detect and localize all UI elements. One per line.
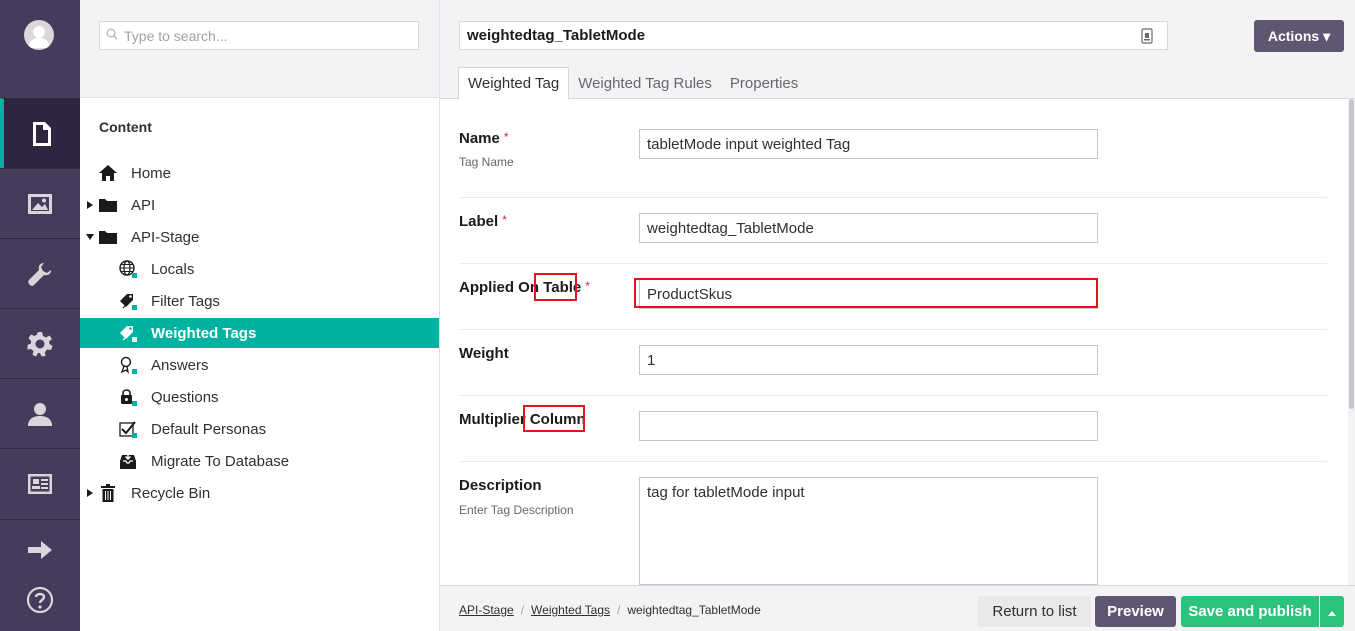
tree-item-migrate-to-database[interactable]: Migrate To Database	[80, 446, 439, 476]
preview-button[interactable]: Preview	[1095, 596, 1176, 627]
caret-right-icon[interactable]	[86, 201, 94, 209]
tree-heading: Content	[99, 119, 152, 135]
folder-icon	[99, 228, 117, 246]
editor-scrollbar[interactable]	[1348, 99, 1355, 585]
label-property-row: Label *	[459, 198, 1327, 264]
breadcrumb: API-Stage / Weighted Tags / weightedtag_…	[459, 603, 761, 617]
tree-item-label: Default Personas	[151, 420, 267, 438]
globe-icon	[119, 260, 137, 278]
tree-item-filter-tags[interactable]: Filter Tags	[80, 286, 439, 316]
tags-icon	[119, 292, 137, 310]
actions-button[interactable]: Actions ▾	[1254, 20, 1344, 52]
help-icon[interactable]	[0, 580, 80, 620]
table-highlight-box	[534, 273, 577, 301]
tree-item-label: Answers	[151, 356, 209, 374]
node-name-value: weightedtag_TabletMode	[467, 27, 646, 44]
lock-icon[interactable]	[1141, 28, 1153, 48]
checklist-icon	[119, 420, 137, 438]
editor-tabs: Weighted Tag Weighted Tag Rules Properti…	[458, 67, 807, 100]
gear-icon[interactable]	[0, 308, 80, 378]
tree-item-label: Migrate To Database	[151, 452, 290, 470]
column-highlight-box	[523, 405, 585, 432]
description-hint: Enter Tag Description	[459, 503, 574, 517]
tree-item-api[interactable]: API	[80, 190, 439, 220]
multiplier-column-row: Multiplier Column	[459, 396, 1327, 462]
name-description: Tag Name	[459, 155, 514, 169]
caret-right-icon[interactable]	[86, 489, 94, 497]
tree-item-home[interactable]: Home	[80, 158, 439, 188]
caret-up-icon	[1328, 603, 1336, 620]
tree-item-locals[interactable]: Locals	[80, 254, 439, 284]
tree-item-label: Locals	[151, 260, 195, 278]
editor-header: weightedtag_TabletMode Actions ▾ Weighte…	[440, 0, 1355, 100]
node-name-field[interactable]: weightedtag_TabletMode	[459, 21, 1168, 50]
description-label: Description	[459, 477, 542, 494]
description-property-row: Description Enter Tag Description tag fo…	[459, 462, 1327, 585]
member-card-icon[interactable]	[0, 448, 80, 520]
label-input[interactable]	[639, 213, 1098, 243]
name-property-row: Name * Tag Name	[459, 99, 1327, 198]
name-input[interactable]	[639, 129, 1098, 159]
tree-item-weighted-tags[interactable]: Weighted Tags	[80, 318, 439, 348]
editor-form: Name* Tag Name Label* Applied On Table* …	[440, 99, 1340, 585]
name-label: Name *	[459, 130, 509, 147]
tab-properties[interactable]: Properties	[721, 67, 807, 99]
search-icon	[106, 27, 118, 45]
search-input[interactable]	[124, 27, 404, 44]
settings-wrench-icon[interactable]	[0, 238, 80, 308]
multiplier-column-input[interactable]	[639, 411, 1098, 441]
label-label: Label *	[459, 213, 507, 230]
avatar[interactable]	[24, 20, 54, 50]
user-icon[interactable]	[0, 378, 80, 448]
answer-icon	[119, 356, 137, 374]
tree-item-label: Recycle Bin	[131, 484, 211, 502]
question-lock-icon	[119, 388, 137, 406]
breadcrumb-item-weighted-tags[interactable]: Weighted Tags	[531, 603, 610, 617]
arrow-right-icon[interactable]	[0, 530, 80, 570]
tags-icon	[119, 324, 137, 342]
home-icon	[99, 164, 117, 182]
tree-search-box[interactable]	[99, 21, 419, 50]
tab-weighted-tag-rules[interactable]: Weighted Tag Rules	[569, 67, 721, 99]
tree-item-default-personas[interactable]: Default Personas	[80, 414, 439, 444]
tree-item-label: Filter Tags	[151, 292, 220, 310]
tree-item-recycle-bin[interactable]: Recycle Bin	[80, 478, 439, 508]
trash-icon	[99, 484, 117, 502]
media-section-icon[interactable]	[0, 168, 80, 238]
content-section-icon[interactable]	[0, 98, 80, 168]
weight-input[interactable]	[639, 345, 1098, 375]
return-to-list-button[interactable]: Return to list	[978, 596, 1091, 627]
breadcrumb-item-current: weightedtag_TabletMode	[627, 603, 761, 617]
tree-item-questions[interactable]: Questions	[80, 382, 439, 412]
tree-item-label: Weighted Tags	[151, 324, 257, 342]
save-and-publish-button[interactable]: Save and publish	[1181, 596, 1319, 627]
publish-options-button[interactable]	[1320, 596, 1344, 627]
tree-item-label: Home	[131, 164, 172, 182]
inbox-download-icon	[119, 452, 137, 470]
tree-item-label: API-Stage	[131, 228, 200, 246]
tree-search-area	[80, 0, 439, 98]
editor-footer: API-Stage / Weighted Tags / weightedtag_…	[440, 585, 1355, 631]
section-rail	[0, 0, 80, 631]
breadcrumb-item-api-stage[interactable]: API-Stage	[459, 603, 514, 617]
tree-item-api-stage[interactable]: API-Stage	[80, 222, 439, 252]
tree-item-label: API	[131, 196, 156, 214]
weight-property-row: Weight	[459, 330, 1327, 396]
tab-weighted-tag[interactable]: Weighted Tag	[458, 67, 570, 100]
scrollbar-thumb[interactable]	[1349, 99, 1354, 409]
tree-item-label: Questions	[151, 388, 219, 406]
tree-item-answers[interactable]: Answers	[80, 350, 439, 380]
editor-panel: weightedtag_TabletMode Actions ▾ Weighte…	[440, 0, 1355, 631]
description-textarea[interactable]: tag for tabletMode input	[639, 477, 1098, 585]
folder-icon	[99, 196, 117, 214]
weight-label: Weight	[459, 345, 509, 362]
applied-on-table-input-highlight-box	[634, 278, 1098, 308]
caret-down-icon[interactable]	[86, 233, 94, 241]
content-tree-panel: Content Home API API-Stage Locals	[80, 0, 440, 631]
